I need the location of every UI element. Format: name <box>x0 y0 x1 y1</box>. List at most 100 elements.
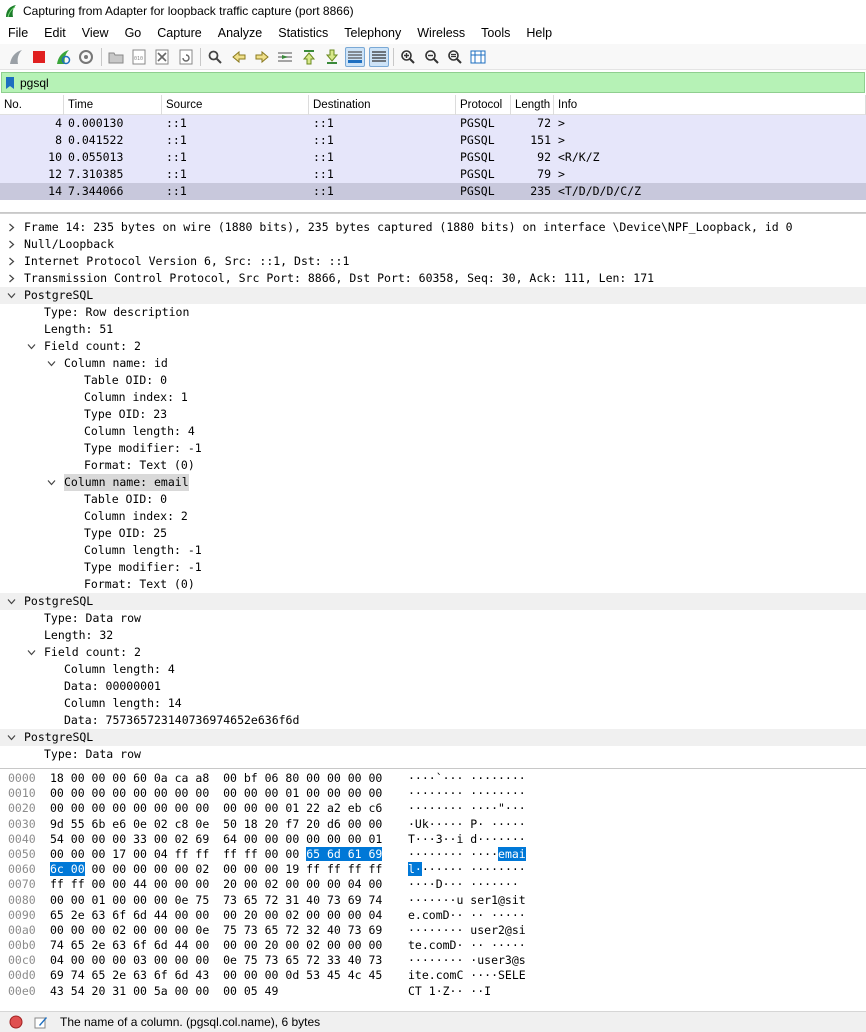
hex-dump-row[interactable]: 0030 9d 55 6b e6 0e 02 c8 0e 50 18 20 f7 … <box>0 817 866 832</box>
detail-tree-item[interactable]: Column index: 2 <box>0 508 866 525</box>
hex-dump-row[interactable]: 0070 ff ff 00 00 44 00 00 00 20 00 02 00 … <box>0 877 866 892</box>
hex-dump-row[interactable]: 0060 6c 00 00 00 00 00 00 02 00 00 00 19 … <box>0 862 866 877</box>
bookmark-icon[interactable] <box>2 73 18 92</box>
chevron-down-icon[interactable] <box>44 355 58 372</box>
detail-tree-item[interactable]: Type OID: 23 <box>0 406 866 423</box>
zoom-in-icon[interactable] <box>398 47 418 67</box>
column-header-destination[interactable]: Destination <box>309 95 456 115</box>
capture-options-icon[interactable] <box>76 47 96 67</box>
detail-tree-item[interactable]: Type modifier: -1 <box>0 440 866 457</box>
hex-dump-row[interactable]: 00b0 74 65 2e 63 6f 6d 44 00 00 00 20 00 … <box>0 938 866 953</box>
column-header-length[interactable]: Length <box>511 95 554 115</box>
detail-tree-item[interactable]: Type: Row description <box>0 304 866 321</box>
detail-tree-item[interactable]: PostgreSQL <box>0 593 866 610</box>
go-forward-icon[interactable] <box>252 47 272 67</box>
hex-dump-row[interactable]: 0050 00 00 00 17 00 04 ff ff ff ff 00 00 … <box>0 846 866 862</box>
hex-dump-row[interactable]: 0090 65 2e 63 6f 6d 44 00 00 00 20 00 02 … <box>0 908 866 923</box>
detail-tree-item[interactable]: Type: Data row <box>0 610 866 627</box>
go-last-icon[interactable] <box>322 47 342 67</box>
detail-tree-item[interactable]: Type OID: 25 <box>0 525 866 542</box>
detail-tree-item[interactable]: Table OID: 0 <box>0 491 866 508</box>
detail-tree-item[interactable]: Internet Protocol Version 6, Src: ::1, D… <box>0 253 866 270</box>
edit-comment-icon[interactable] <box>34 1015 48 1029</box>
menu-statistics[interactable]: Statistics <box>270 22 336 44</box>
detail-tree-item[interactable]: Field count: 2 <box>0 338 866 355</box>
hex-dump-row[interactable]: 0040 54 00 00 00 33 00 02 69 64 00 00 00 … <box>0 832 866 847</box>
reload-file-icon[interactable] <box>176 47 196 67</box>
packet-row[interactable]: 8 0.041522::1::1 PGSQL 151 > <box>0 132 866 149</box>
menu-analyze[interactable]: Analyze <box>210 22 270 44</box>
column-header-protocol[interactable]: Protocol <box>456 95 511 115</box>
detail-tree-item[interactable]: PostgreSQL <box>0 287 866 304</box>
open-file-icon[interactable] <box>106 47 126 67</box>
autoscroll-icon[interactable] <box>345 46 366 67</box>
detail-tree-item[interactable]: Length: 51 <box>0 321 866 338</box>
column-header-time[interactable]: Time <box>64 95 162 115</box>
detail-tree-item[interactable]: Frame 14: 235 bytes on wire (1880 bits),… <box>0 219 866 236</box>
packet-row[interactable]: 14 7.344066::1::1 PGSQL 235 <T/D/D/D/C/Z <box>0 183 866 200</box>
hex-dump-row[interactable]: 00d0 69 74 65 2e 63 6f 6d 43 00 00 00 0d … <box>0 968 866 983</box>
packet-row[interactable]: 12 7.310385::1::1 PGSQL 79 > <box>0 166 866 183</box>
detail-tree-item[interactable]: Table OID: 0 <box>0 372 866 389</box>
save-file-icon[interactable]: 010 <box>129 47 149 67</box>
capture-status-icon[interactable] <box>9 1015 23 1029</box>
display-filter-input[interactable] <box>18 73 838 92</box>
detail-tree-item[interactable]: Column length: 4 <box>0 423 866 440</box>
find-packet-icon[interactable] <box>205 47 225 67</box>
column-header-no[interactable]: No. <box>0 95 64 115</box>
menu-wireless[interactable]: Wireless <box>409 22 473 44</box>
detail-tree-item[interactable]: Column index: 1 <box>0 389 866 406</box>
column-header-info[interactable]: Info <box>554 95 866 115</box>
detail-tree-item[interactable]: Format: Text (0) <box>0 457 866 474</box>
stop-capture-icon[interactable] <box>29 47 49 67</box>
detail-tree-item[interactable]: Column length: -1 <box>0 542 866 559</box>
menu-tools[interactable]: Tools <box>473 22 518 44</box>
menu-edit[interactable]: Edit <box>36 22 74 44</box>
hex-dump-row[interactable]: 0010 00 00 00 00 00 00 00 00 00 00 00 01 … <box>0 786 866 801</box>
colorize-icon[interactable] <box>368 46 389 67</box>
menu-telephony[interactable]: Telephony <box>336 22 409 44</box>
hex-dump-row[interactable]: 0080 00 00 01 00 00 00 0e 75 73 65 72 31 … <box>0 893 866 908</box>
detail-tree-item[interactable]: Data: 757365723140736974652e636f6d <box>0 712 866 729</box>
detail-tree-item[interactable]: Length: 32 <box>0 627 866 644</box>
chevron-right-icon[interactable] <box>4 270 18 287</box>
menu-view[interactable]: View <box>74 22 117 44</box>
menu-help[interactable]: Help <box>518 22 560 44</box>
detail-tree-item[interactable]: Column length: 4 <box>0 661 866 678</box>
chevron-down-icon[interactable] <box>24 644 38 661</box>
hex-dump-row[interactable]: 0000 18 00 00 00 60 0a ca a8 00 bf 06 80 … <box>0 771 866 786</box>
hex-dump-row[interactable]: 0020 00 00 00 00 00 00 00 00 00 00 00 01 … <box>0 801 866 816</box>
shark-fin-start-icon[interactable] <box>6 47 26 67</box>
column-header-source[interactable]: Source <box>162 95 309 115</box>
detail-tree-item[interactable]: PostgreSQL <box>0 729 866 746</box>
chevron-down-icon[interactable] <box>44 474 58 491</box>
detail-tree-item[interactable]: Data: 00000001 <box>0 678 866 695</box>
hex-dump-row[interactable]: 00e0 43 54 20 31 00 5a 00 00 00 05 49 CT 1… <box>0 984 866 999</box>
menu-file[interactable]: File <box>0 22 36 44</box>
resize-columns-icon[interactable] <box>468 47 488 67</box>
detail-tree-item[interactable]: Field count: 2 <box>0 644 866 661</box>
hex-dump-row[interactable]: 00c0 04 00 00 00 03 00 00 00 0e 75 73 65 … <box>0 953 866 968</box>
detail-tree-item[interactable]: Column name: id <box>0 355 866 372</box>
zoom-normal-icon[interactable] <box>445 47 465 67</box>
zoom-out-icon[interactable] <box>422 47 442 67</box>
hex-dump-row[interactable]: 00a0 00 00 00 02 00 00 00 0e 75 73 65 72 … <box>0 923 866 938</box>
chevron-down-icon[interactable] <box>4 729 18 746</box>
restart-capture-icon[interactable] <box>53 47 73 67</box>
go-back-icon[interactable] <box>229 47 249 67</box>
menu-capture[interactable]: Capture <box>149 22 209 44</box>
chevron-down-icon[interactable] <box>24 338 38 355</box>
chevron-right-icon[interactable] <box>4 253 18 270</box>
detail-tree-item[interactable]: Type modifier: -1 <box>0 559 866 576</box>
detail-tree-item[interactable]: Type: Data row <box>0 746 866 763</box>
chevron-down-icon[interactable] <box>4 593 18 610</box>
detail-tree-item[interactable]: Transmission Control Protocol, Src Port:… <box>0 270 866 287</box>
packet-row[interactable]: 4 0.000130::1::1 PGSQL 72 > <box>0 115 866 132</box>
detail-tree-item[interactable]: Column name: email <box>0 474 866 491</box>
detail-tree-item[interactable]: Column length: 14 <box>0 695 866 712</box>
packet-row[interactable]: 10 0.055013::1::1 PGSQL 92 <R/K/Z <box>0 149 866 166</box>
menu-go[interactable]: Go <box>117 22 150 44</box>
detail-tree-item[interactable]: Null/Loopback <box>0 236 866 253</box>
chevron-down-icon[interactable] <box>4 287 18 304</box>
detail-tree-item[interactable]: Format: Text (0) <box>0 576 866 593</box>
